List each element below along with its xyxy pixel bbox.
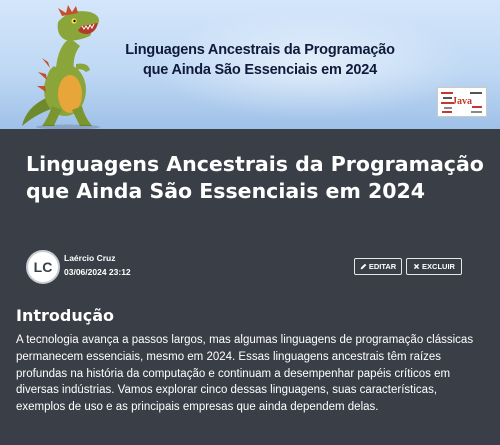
pencil-icon <box>360 263 367 270</box>
dinosaur-illustration <box>22 5 100 129</box>
section-heading: Introdução <box>16 306 114 325</box>
delete-button[interactable]: EXCLUIR <box>406 258 462 275</box>
banner-title: Linguagens Ancestrais da Programação que… <box>110 40 410 80</box>
banner-title-line1: Linguagens Ancestrais da Programação <box>125 42 395 58</box>
java-word-cloud-logo: Java <box>437 87 487 117</box>
author-name[interactable]: Laércio Cruz <box>64 253 116 263</box>
article-page: Linguagens Ancestrais da Programação que… <box>0 0 500 445</box>
banner-title-line2: que Ainda São Essenciais em 2024 <box>142 62 378 78</box>
publish-date: 03/06/2024 23:12 <box>64 267 131 277</box>
avatar[interactable]: LC <box>26 250 60 284</box>
cover-image: Linguagens Ancestrais da Programação que… <box>0 0 500 129</box>
edit-button-label: EDITAR <box>368 262 397 271</box>
article-title: Linguagens Ancestrais da Programação que… <box>26 152 484 203</box>
edit-button[interactable]: EDITAR <box>354 258 402 275</box>
intro-paragraph: A tecnologia avança a passos largos, mas… <box>16 334 474 414</box>
delete-button-label: EXCLUIR <box>422 262 455 271</box>
author-row: LC Laércio Cruz 03/06/2024 23:12 EDITAR … <box>26 250 476 284</box>
java-badge-text: Java <box>452 96 472 107</box>
x-icon <box>413 263 420 270</box>
